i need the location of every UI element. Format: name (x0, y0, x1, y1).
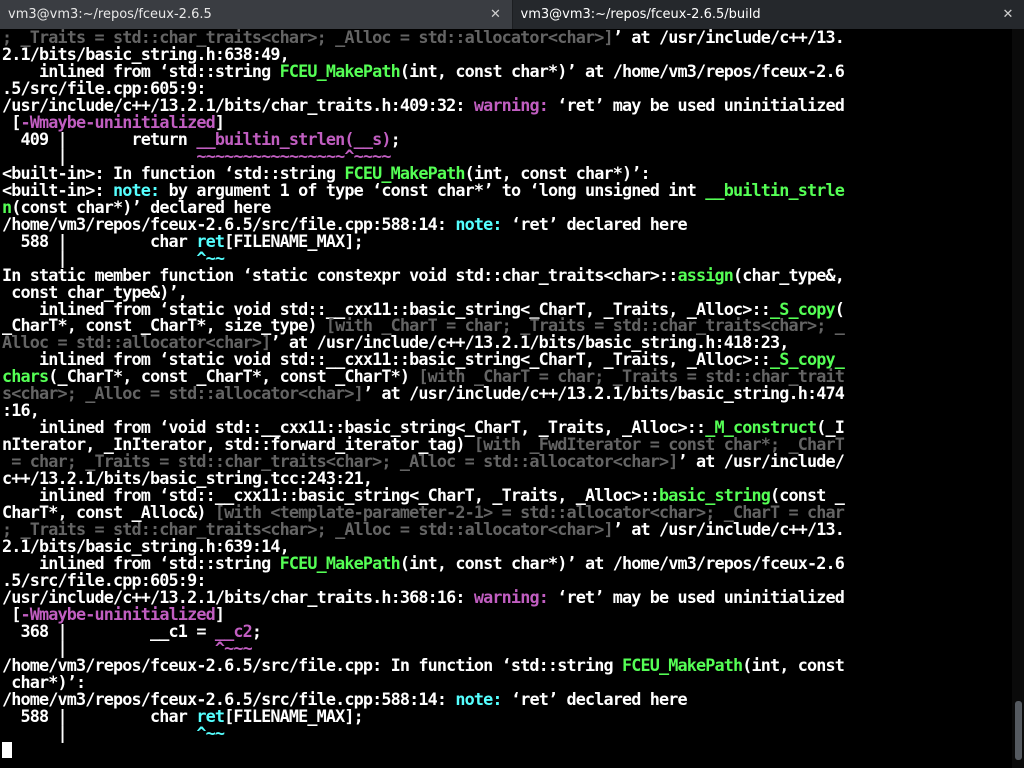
terminal-segment: (int, const (742, 654, 845, 675)
terminal-segment: ‘ret’ declared here (501, 688, 688, 709)
terminal-segment: note: (455, 213, 502, 234)
terminal-segment: ‘ret’ may be used uninitialized (547, 94, 845, 115)
terminal-segment: ’ at /usr/include/c++/13. (612, 519, 845, 540)
terminal-segment: | (2, 722, 197, 743)
terminal-segment: /home/vm3/repos/fceux-2.6.5/src/file.cpp… (2, 654, 622, 675)
terminal-segment: FCEU_MakePath (279, 60, 401, 81)
terminal-segment: ’ at /usr/include/ (677, 451, 845, 472)
terminal-segment: (char_type&, (733, 264, 845, 285)
tab-fceux-build[interactable]: vm3@vm3:~/repos/fceux-2.6.5/build ✕ (512, 0, 1024, 29)
terminal-segment: [FILENAME_MAX]; (224, 230, 364, 251)
terminal-line: /home/vm3/repos/fceux-2.6.5/src/file.cpp… (2, 654, 845, 675)
terminal-segment: ^~~ (196, 722, 225, 743)
terminal-output[interactable]: ; _Traits = std::char_traits<char>; _All… (0, 29, 1012, 768)
terminal-segment: note: (455, 688, 502, 709)
terminal-line: s<char>; _Alloc = std::allocator<char>]’… (2, 383, 845, 404)
terminal-segment: ‘ret’ may be used uninitialized (547, 586, 845, 607)
terminal-segment: (int, const char*)’ at /home/vm3/repos/f… (399, 553, 845, 574)
tab-fceux-root[interactable]: vm3@vm3:~/repos/fceux-2.6.5 ✕ (0, 0, 513, 29)
terminal-segment: ; (390, 128, 401, 149)
terminal-line: | ^~~ (2, 722, 225, 743)
terminal-segment: ’ at /usr/include/c++/13.2.1/bits/basic_… (362, 383, 845, 404)
terminal-segment: s<char>; _Alloc = std::allocator<char>] (2, 383, 364, 404)
scrollbar[interactable] (1012, 29, 1024, 768)
tab-bar: vm3@vm3:~/repos/fceux-2.6.5 ✕ vm3@vm3:~/… (0, 0, 1024, 30)
scrollbar-thumb[interactable] (1015, 701, 1022, 760)
terminal-segment: [FILENAME_MAX]; (224, 705, 364, 726)
terminal-segment: __builtin_strle (705, 179, 845, 200)
terminal-segment: assign (677, 264, 734, 285)
terminal-text: ; _Traits = std::char_traits<char>; _All… (0, 29, 1012, 759)
terminal-cursor (2, 741, 12, 758)
terminal-segment: FCEU_MakePath (621, 654, 743, 675)
close-icon[interactable]: ✕ (488, 7, 504, 23)
terminal-segment: ; (251, 620, 262, 641)
tab-title: vm3@vm3:~/repos/fceux-2.6.5/build (520, 7, 761, 22)
tab-title: vm3@vm3:~/repos/fceux-2.6.5 (8, 7, 212, 22)
terminal-segment: warning: (473, 586, 549, 607)
terminal-segment: FCEU_MakePath (279, 553, 401, 574)
terminal-segment: ‘ret’ declared here (501, 213, 688, 234)
terminal-segment: ’ at /usr/include/c++/13. (612, 29, 845, 47)
terminal-segment: (int, const char*)’ at /home/vm3/repos/f… (399, 60, 845, 81)
terminal-segment: warning: (473, 94, 549, 115)
terminal-line (2, 740, 12, 760)
close-icon[interactable]: ✕ (1000, 7, 1016, 23)
